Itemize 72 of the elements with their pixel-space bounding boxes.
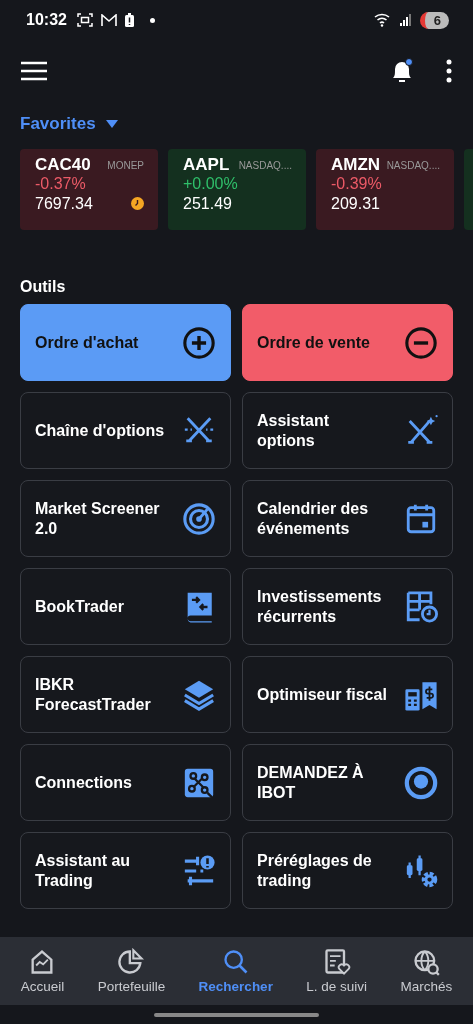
status-time: 10:32 bbox=[26, 11, 67, 29]
tool-tile[interactable]: Ordre d'achat bbox=[20, 304, 231, 381]
tool-tile[interactable]: Préréglages de trading bbox=[242, 832, 453, 909]
search-icon bbox=[221, 948, 250, 976]
ticker-card[interactable]: AMZN NASDAQ.... -0.39% 209.31 bbox=[316, 149, 454, 230]
tool-label: Chaîne d'options bbox=[35, 420, 165, 441]
battery-alert-icon bbox=[124, 13, 134, 27]
ticker-symbol: AAPL bbox=[183, 155, 230, 175]
globe-search-icon bbox=[412, 948, 441, 976]
tool-label: Préréglages de trading bbox=[257, 850, 373, 891]
nav-tab[interactable]: Marchés bbox=[400, 948, 453, 994]
tool-label: Assistant options bbox=[257, 410, 331, 451]
list-heart-icon bbox=[322, 948, 351, 976]
nav-tab[interactable]: Accueil bbox=[20, 948, 65, 994]
ticker-exchange: MONEP bbox=[107, 159, 144, 171]
tool-label: Calendrier des événements bbox=[257, 498, 370, 539]
candles-gear-icon bbox=[404, 853, 438, 888]
signal-icon bbox=[399, 14, 412, 26]
ticker-price: 209.31 bbox=[331, 195, 380, 213]
ticker-card[interactable]: AAPL NASDAQ.... +0.00% 251.49 bbox=[168, 149, 306, 230]
ticker-exchange: NASDAQ.... bbox=[386, 159, 440, 171]
ticker-exchange: NASDAQ.... bbox=[238, 159, 292, 171]
grid-clock-icon bbox=[404, 589, 438, 624]
ticker-change: -0.37% bbox=[35, 175, 87, 193]
wifi-icon bbox=[373, 13, 392, 27]
sliders-alert-icon bbox=[182, 853, 216, 888]
nav-tab[interactable]: L. de suivi bbox=[306, 948, 368, 994]
tool-tile[interactable]: Market Screener 2.0 bbox=[20, 480, 231, 557]
menu-icon[interactable] bbox=[21, 61, 47, 81]
tool-label: BookTrader bbox=[35, 596, 124, 617]
tool-tile[interactable]: Calendrier des événements bbox=[242, 480, 453, 557]
tool-label: Market Screener 2.0 bbox=[35, 498, 161, 539]
tool-tile[interactable]: Chaîne d'options bbox=[20, 392, 231, 469]
tool-label: Ordre d'achat bbox=[35, 332, 139, 353]
plus-circle-icon bbox=[182, 325, 216, 360]
ticker-price: 251.49 bbox=[183, 195, 232, 213]
tool-tile[interactable]: Connections bbox=[20, 744, 231, 821]
ticker-change: -0.39% bbox=[331, 175, 383, 193]
favorites-dropdown[interactable]: Favorites bbox=[20, 112, 118, 136]
ticker-change: +0.00% bbox=[183, 175, 239, 193]
ticker-symbol: AMZN bbox=[331, 155, 381, 175]
tool-label: IBKR ForecastTrader bbox=[35, 674, 152, 715]
nav-tab[interactable]: Rechercher bbox=[198, 948, 273, 994]
radar-icon bbox=[182, 501, 216, 536]
tool-tile[interactable]: BookTrader bbox=[20, 568, 231, 645]
tool-tile[interactable]: Optimiseur fiscal bbox=[242, 656, 453, 733]
tool-label: Ordre de vente bbox=[257, 332, 370, 353]
tool-label: Investissements récurrents bbox=[257, 586, 383, 627]
ticker-price: 7697.34 bbox=[35, 195, 93, 213]
ticker-symbol: CAC40 bbox=[35, 155, 91, 175]
tool-tile[interactable]: Ordre de vente bbox=[242, 304, 453, 381]
caret-icon bbox=[105, 120, 118, 128]
pie-chart-icon bbox=[117, 948, 146, 976]
tool-tile[interactable]: IBKR ForecastTrader bbox=[20, 656, 231, 733]
mail-icon bbox=[100, 13, 117, 27]
target-icon bbox=[404, 765, 438, 800]
minus-circle-icon bbox=[404, 325, 438, 360]
tool-label: DEMANDEZ À IBOT bbox=[257, 762, 365, 803]
ticker-card[interactable]: CAC40 MONEP -0.37% 7697.34 bbox=[20, 149, 158, 230]
section-title: Outils bbox=[20, 278, 66, 297]
more-icon[interactable] bbox=[445, 59, 453, 83]
tool-label: Optimiseur fiscal bbox=[257, 684, 387, 705]
tool-label: Connections bbox=[35, 772, 132, 793]
notification-dot bbox=[149, 17, 155, 23]
nav-tab[interactable]: Portefeuille bbox=[97, 948, 166, 994]
tool-tile[interactable]: Investissements récurrents bbox=[242, 568, 453, 645]
battery-level: 6 bbox=[419, 11, 449, 29]
screenshot-icon bbox=[76, 13, 93, 27]
tool-tile[interactable]: Assistant options bbox=[242, 392, 453, 469]
tool-tile[interactable]: DEMANDEZ À IBOT bbox=[242, 744, 453, 821]
tool-label: Assistant au Trading bbox=[35, 850, 132, 891]
tool-tile[interactable]: Assistant au Trading bbox=[20, 832, 231, 909]
